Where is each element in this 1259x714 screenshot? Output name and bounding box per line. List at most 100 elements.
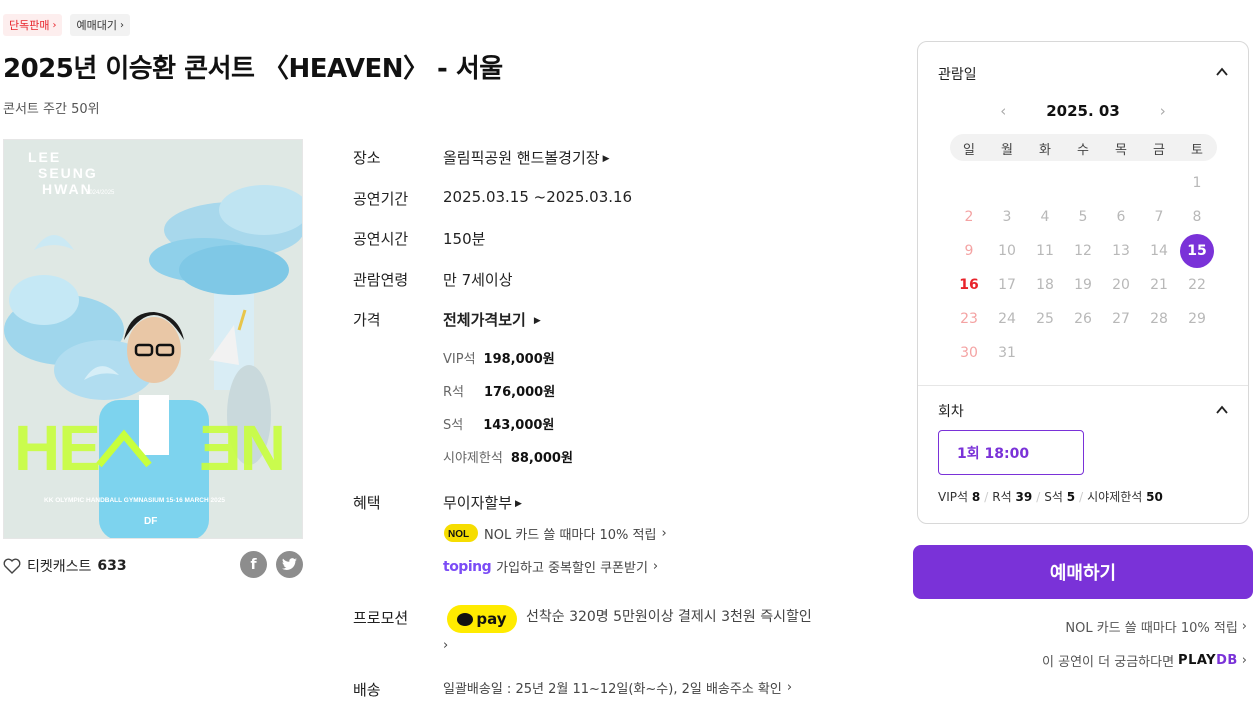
delivery-label: 배송	[353, 681, 381, 699]
calendar-day[interactable]: 16	[952, 268, 986, 302]
calendar-day[interactable]: 2	[952, 200, 986, 234]
calendar-day[interactable]: 9	[952, 234, 986, 268]
playdb-more-text: 이 공연이 더 궁금하다면	[1042, 655, 1175, 670]
kakao-bubble-icon	[457, 612, 474, 626]
weekday: 금	[1153, 143, 1165, 158]
calendar-day[interactable]: 6	[1104, 200, 1138, 234]
promo-more[interactable]: ›	[443, 638, 448, 653]
weekday: 목	[1115, 143, 1127, 158]
calendar-day[interactable]: 24	[990, 302, 1024, 336]
heart-icon	[3, 558, 21, 574]
calendar-day[interactable]: 18	[1028, 268, 1062, 302]
calendar-day[interactable]: 21	[1142, 268, 1176, 302]
price-row: 시야제한석 88,000원	[443, 447, 573, 466]
nol-card-side-link[interactable]: NOL 카드 쓸 때마다 10% 적립 ›	[1065, 617, 1247, 636]
kakaopay-logo: pay	[447, 605, 517, 633]
twitter-share-button[interactable]	[276, 551, 303, 578]
calendar-day[interactable]: 26	[1066, 302, 1100, 336]
price-amount: 143,000원	[483, 418, 555, 433]
calendar-day[interactable]: 5	[1066, 200, 1100, 234]
promo-label: 프로모션	[353, 609, 409, 627]
seat-availability: VIP석 8/R석 39/S석 5/시야제한석 50	[938, 490, 1163, 504]
poster-image[interactable]: LEE SEUNG HWAN 2024/2025 HE ƎN KK OLYMPI…	[3, 139, 303, 539]
calendar-day[interactable]: 11	[1028, 234, 1062, 268]
calendar-label: 관람일	[938, 67, 977, 83]
venue-label: 장소	[353, 149, 381, 167]
weekday: 화	[1039, 143, 1051, 158]
benefit-label: 혜택	[353, 494, 381, 512]
chevron-up-icon[interactable]	[1216, 66, 1228, 78]
calendar-day[interactable]: 13	[1104, 234, 1138, 268]
calendar-day[interactable]: 29	[1180, 302, 1214, 336]
weekday-header: 일 월 화 수 목 금 토	[950, 134, 1217, 161]
calendar-day[interactable]: 31	[990, 336, 1024, 370]
price-amount: 198,000원	[483, 352, 555, 367]
facebook-share-button[interactable]: f	[240, 551, 267, 578]
calendar-day[interactable]: 30	[952, 336, 986, 370]
svg-text:ƎN: ƎN	[199, 412, 284, 484]
calendar-day[interactable]: 10	[990, 234, 1024, 268]
calendar-day[interactable]: 23	[952, 302, 986, 336]
promo-text: 선착순 320명 5만원이상 결제시 3천원 즉시할인	[526, 609, 812, 625]
calendar-day[interactable]: 14	[1142, 234, 1176, 268]
seat-count: 39	[1015, 490, 1033, 504]
calendar-day[interactable]: 1	[1180, 166, 1214, 200]
divider	[918, 385, 1248, 386]
session-round-button[interactable]: 1회 18:00	[938, 430, 1084, 475]
seat-name: 시야제한석	[1087, 490, 1143, 504]
price-seat: S석	[443, 418, 464, 433]
next-month-button[interactable]: ›	[1160, 102, 1166, 120]
exclusive-badge[interactable]: 단독판매 ›	[3, 14, 63, 36]
calendar-day[interactable]: 3	[990, 200, 1024, 234]
ticketcast[interactable]: 티켓캐스트 633	[3, 556, 127, 576]
chevron-right-icon: ›	[652, 559, 659, 574]
price-row: R석 176,000원	[443, 381, 555, 400]
calendar-nav: ‹ 2025. 03 ›	[918, 102, 1248, 120]
calendar-day[interactable]: 20	[1104, 268, 1138, 302]
book-button[interactable]: 예매하기	[913, 545, 1253, 599]
prev-month-button[interactable]: ‹	[1000, 102, 1006, 120]
benefit-link[interactable]: 무이자할부 ▶	[443, 492, 522, 513]
calendar-day[interactable]: 17	[990, 268, 1024, 302]
chevron-right-icon: ›	[119, 19, 124, 31]
price-seat: 시야제한석	[443, 451, 503, 466]
weekday: 월	[1001, 143, 1013, 158]
calendar-day[interactable]: 8	[1180, 200, 1214, 234]
price-amount: 88,000원	[510, 451, 573, 466]
poster-name-line1: LEE	[28, 149, 61, 165]
weekday: 수	[1077, 143, 1089, 158]
playdb-link[interactable]: 이 공연이 더 궁금하다면 PLAYDB ›	[1042, 651, 1247, 670]
calendar-day[interactable]: 19	[1066, 268, 1100, 302]
price-all-label: 전체가격보기	[443, 311, 526, 329]
calendar-day[interactable]: 27	[1104, 302, 1138, 336]
nol-card-link[interactable]: NOL NOL 카드 쓸 때마다 10% 적립 ›	[443, 523, 667, 543]
weekday: 일	[963, 143, 975, 158]
period-value: 2025.03.15 ~2025.03.16	[443, 188, 633, 206]
calendar-day[interactable]: 22	[1180, 268, 1214, 302]
ticketcast-count: 633	[97, 558, 127, 574]
toping-link[interactable]: toping 가입하고 중복할인 쿠폰받기 ›	[443, 557, 659, 577]
chevron-up-icon[interactable]	[1216, 404, 1228, 416]
seat-name: R석	[992, 490, 1012, 504]
runtime-value: 150분	[443, 230, 486, 248]
svg-text:NOL: NOL	[448, 529, 469, 540]
poster-venue-line: KK OLYMPIC HANDBALL GYMNASIUM 15-16 MARC…	[44, 497, 225, 504]
venue-link[interactable]: 올림픽공원 핸드볼경기장 ▶	[443, 147, 610, 168]
calendar-day[interactable]: 28	[1142, 302, 1176, 336]
calendar-day[interactable]: 4	[1028, 200, 1062, 234]
calendar-day[interactable]: 15	[1180, 234, 1214, 268]
price-all-link[interactable]: 전체가격보기 ▶	[443, 309, 541, 330]
page-title: 2025년 이승환 콘서트 〈HEAVEN〉 - 서울	[3, 54, 503, 84]
price-row: S석 143,000원	[443, 414, 554, 433]
caret-right-icon: ▶	[533, 315, 541, 326]
price-amount: 176,000원	[484, 385, 556, 400]
chevron-right-icon: ›	[52, 19, 57, 31]
presale-badge[interactable]: 예매대기 ›	[70, 14, 130, 36]
calendar-day[interactable]: 12	[1066, 234, 1100, 268]
delivery-link[interactable]: 일괄배송일 : 25년 2월 11~12일(화~수), 2일 배송주소 확인 ›	[443, 678, 792, 697]
age-label: 관람연령	[353, 271, 409, 289]
calendar-day[interactable]: 25	[1028, 302, 1062, 336]
calendar-day[interactable]: 7	[1142, 200, 1176, 234]
promo-link[interactable]: 선착순 320명 5만원이상 결제시 3천원 즉시할인	[526, 606, 812, 626]
seat-name: VIP석	[938, 490, 969, 504]
